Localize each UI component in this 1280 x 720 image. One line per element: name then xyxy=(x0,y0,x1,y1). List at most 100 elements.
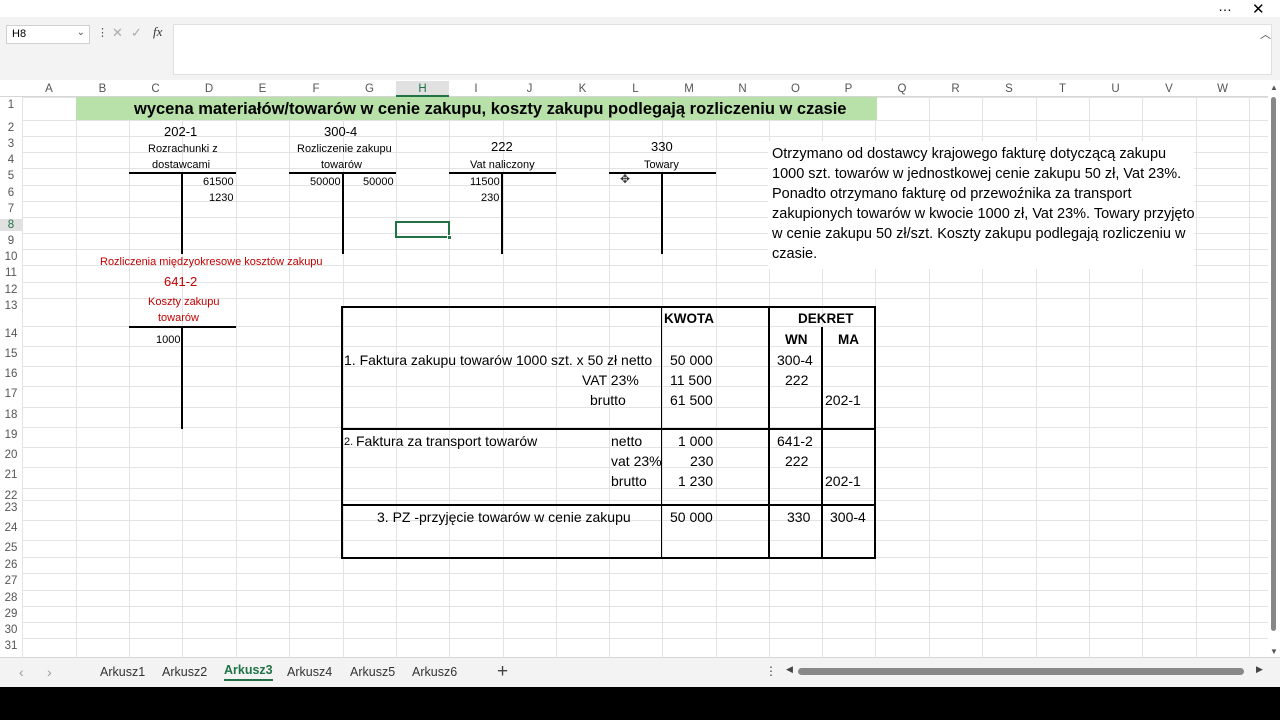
scroll-right-icon[interactable]: ▶ xyxy=(1256,664,1263,675)
chevron-left-icon[interactable]: ‹ xyxy=(19,664,24,680)
sheet-title: wycena materiałów/towarów w cenie zakupu… xyxy=(134,100,847,118)
entry-1-vat: 11 500 xyxy=(670,372,712,388)
column-header[interactable]: C xyxy=(129,81,182,97)
selected-cell[interactable] xyxy=(395,221,452,240)
row-header[interactable]: 8 xyxy=(0,219,22,231)
column-header[interactable]: U xyxy=(1089,81,1142,97)
account-222-number: 222 xyxy=(491,139,513,154)
horizontal-scrollbar[interactable]: ◀ ▶ xyxy=(786,664,1266,677)
row-header[interactable]: 18 xyxy=(0,409,22,421)
column-header[interactable]: H xyxy=(396,81,449,97)
sheet-tab[interactable]: Arkusz5 xyxy=(350,665,395,679)
row-header[interactable]: 12 xyxy=(0,284,22,296)
row-header[interactable]: 14 xyxy=(0,328,22,340)
more-vertical-icon[interactable]: ⋮ xyxy=(765,664,777,678)
row-header[interactable]: 17 xyxy=(0,388,22,400)
account-202-1-credit-1: 61500 xyxy=(203,176,234,188)
row-header[interactable]: 1 xyxy=(0,99,22,111)
column-header[interactable]: J xyxy=(503,81,556,97)
more-options-icon[interactable]: … xyxy=(1218,0,1233,14)
row-header[interactable]: 30 xyxy=(0,624,22,636)
scroll-left-icon[interactable]: ◀ xyxy=(786,664,793,675)
close-icon[interactable]: ✕ xyxy=(1252,0,1265,18)
add-sheet-icon[interactable]: + xyxy=(497,661,508,683)
row-header[interactable]: 7 xyxy=(0,203,22,215)
row-header[interactable]: 22 xyxy=(0,490,22,502)
column-header[interactable]: E xyxy=(236,81,289,97)
column-header[interactable]: R xyxy=(929,81,982,97)
grid-line xyxy=(289,97,290,657)
column-header[interactable]: K xyxy=(556,81,609,97)
row-header[interactable]: 5 xyxy=(0,170,22,182)
column-header[interactable]: M xyxy=(662,81,716,97)
row-header[interactable]: 31 xyxy=(0,640,22,652)
account-202-1-credit-2: 1230 xyxy=(209,192,234,204)
column-header[interactable]: T xyxy=(1036,81,1089,97)
entry-1-netto: 50 000 xyxy=(670,352,713,368)
sheet-tab[interactable]: Arkusz2 xyxy=(162,665,207,679)
sheet-tab[interactable]: Arkusz1 xyxy=(100,665,145,679)
row-header[interactable]: 25 xyxy=(0,542,22,554)
row-header[interactable]: 15 xyxy=(0,348,22,360)
row-header[interactable]: 20 xyxy=(0,449,22,461)
formula-input[interactable] xyxy=(173,24,1272,75)
name-box-value: H8 xyxy=(12,28,27,40)
row-header[interactable]: 26 xyxy=(0,559,22,571)
entry-3-ma: 300-4 xyxy=(830,509,866,525)
column-header[interactable]: V xyxy=(1142,81,1196,97)
taskbar xyxy=(0,687,1280,720)
fill-handle[interactable] xyxy=(447,235,452,240)
row-header[interactable]: 4 xyxy=(0,154,22,166)
column-header[interactable]: N xyxy=(716,81,769,97)
grid-line xyxy=(22,590,1268,591)
row-header[interactable]: 9 xyxy=(0,235,22,247)
column-header[interactable]: A xyxy=(22,81,76,97)
chevron-right-icon[interactable]: › xyxy=(47,664,52,680)
chevron-up-icon[interactable]: ︿ xyxy=(1260,26,1271,42)
column-header[interactable]: B xyxy=(76,81,129,97)
sheet-tab-active[interactable]: Arkusz3 xyxy=(224,663,273,681)
scroll-down-icon[interactable]: ▼ xyxy=(1270,647,1278,656)
more-vertical-icon[interactable]: ⋮ xyxy=(97,26,108,39)
row-header[interactable]: 29 xyxy=(0,608,22,620)
row-header[interactable]: 21 xyxy=(0,469,22,481)
column-header[interactable]: D xyxy=(182,81,236,97)
row-header[interactable]: 16 xyxy=(0,368,22,380)
vertical-scrollbar[interactable]: ▲ ▼ xyxy=(1268,81,1280,657)
row-header[interactable]: 27 xyxy=(0,575,22,587)
column-header[interactable]: F xyxy=(289,81,343,97)
row-header[interactable]: 19 xyxy=(0,429,22,441)
vertical-scroll-thumb[interactable] xyxy=(1271,97,1276,631)
column-header[interactable]: O xyxy=(769,81,822,97)
enter-icon[interactable]: ✓ xyxy=(131,25,142,41)
column-header[interactable]: S xyxy=(982,81,1036,97)
entry-1-brutto: 61 500 xyxy=(670,392,713,408)
insert-function-icon[interactable]: fx xyxy=(153,24,162,40)
column-header[interactable]: I xyxy=(449,81,503,97)
grid-line xyxy=(129,97,130,657)
column-header[interactable]: Q xyxy=(875,81,929,97)
row-header[interactable]: 2 xyxy=(0,122,22,134)
t-account-line xyxy=(501,172,503,254)
horizontal-scroll-thumb[interactable] xyxy=(798,668,1244,675)
name-box[interactable]: H8 ⌄ xyxy=(6,25,90,44)
row-header[interactable]: 24 xyxy=(0,522,22,534)
t-account-line xyxy=(181,326,183,429)
column-header[interactable]: L xyxy=(609,81,662,97)
sheet-tab[interactable]: Arkusz4 xyxy=(287,665,332,679)
cancel-icon[interactable]: ✕ xyxy=(112,25,123,41)
chevron-down-icon[interactable]: ⌄ xyxy=(77,27,85,38)
row-header[interactable]: 23 xyxy=(0,502,22,514)
row-header[interactable]: 3 xyxy=(0,138,22,150)
sheet-grid[interactable]: wycena materiałów/towarów w cenie zakupu… xyxy=(22,97,1268,657)
scroll-up-icon[interactable]: ▲ xyxy=(1270,83,1278,92)
column-header[interactable]: W xyxy=(1196,81,1249,97)
row-header[interactable]: 13 xyxy=(0,300,22,312)
sheet-tab[interactable]: Arkusz6 xyxy=(412,665,457,679)
column-header[interactable]: P xyxy=(822,81,875,97)
row-header[interactable]: 10 xyxy=(0,251,22,263)
column-header[interactable]: G xyxy=(343,81,396,97)
row-header[interactable]: 6 xyxy=(0,187,22,199)
row-header[interactable]: 28 xyxy=(0,592,22,604)
row-header[interactable]: 11 xyxy=(0,267,22,279)
